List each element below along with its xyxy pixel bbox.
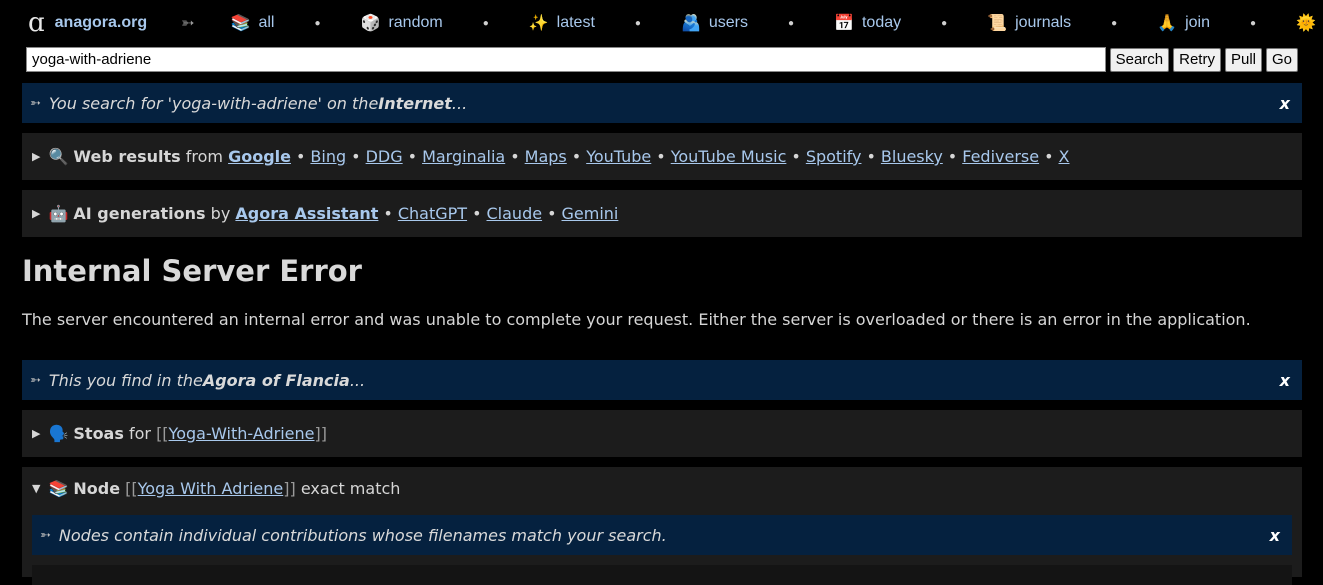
web-results-details[interactable]: ▶ 🔍 Web results from Google • Bing • DDG •… [22,133,1302,180]
nav-latest[interactable]: ✨ latest [529,13,595,33]
node-link[interactable]: Yoga With Adriene [138,479,284,498]
node-title: Node [73,479,121,498]
youtube-music-link[interactable]: YouTube Music [671,147,787,166]
nav-separator: ● [1249,17,1257,29]
close-banner-button[interactable]: x [1270,526,1280,545]
agora-logo[interactable]: ɑ [28,8,45,38]
gemini-link[interactable]: Gemini [562,204,619,223]
google-link[interactable]: Google [228,147,291,166]
expand-triangle-icon[interactable]: ▶ [32,150,40,163]
expand-triangle-icon[interactable]: ▶ [32,427,40,440]
search-button[interactable]: Search [1109,47,1170,72]
chatgpt-link[interactable]: ChatGPT [398,204,467,223]
nav-join[interactable]: 🙏 join [1157,13,1210,33]
robot-icon: 🤖 [48,204,69,223]
ai-generations-details[interactable]: ▶ 🤖 AI generations by Agora Assistant • C… [22,190,1302,237]
ddg-link[interactable]: DDG [366,147,403,166]
top-nav: ɑ anagora.org ➳ 📚 all ● 🎲 random ● ✨ latest… [0,0,1323,46]
x-link[interactable]: X [1059,147,1070,166]
error-message: The server encountered an internal error… [22,310,1251,329]
node-summary[interactable]: ▼ 📚 Node [[Yoga With Adriene]] exact mat… [32,479,400,498]
dice-icon: 🎲 [360,15,381,32]
search-input[interactable] [26,47,1106,72]
speaking-head-icon: 🗣️ [48,424,69,443]
nav-users[interactable]: 🫂 users [681,13,748,33]
agora-assistant-link[interactable]: Agora Assistant [235,204,378,223]
nav-separator: ● [482,17,489,29]
magnifier-icon: 🔍 [48,147,69,166]
nav-separator: ● [941,17,948,29]
site-home-link[interactable]: anagora.org [55,14,147,32]
fediverse-link[interactable]: Fediverse [962,147,1039,166]
pray-icon: 🙏 [1157,15,1178,32]
nav-separator: ● [634,17,641,29]
pull-button[interactable]: Pull [1224,47,1262,72]
people-icon: 🫂 [680,15,701,32]
ai-generations-title: AI generations [73,204,206,223]
stoas-title: Stoas [73,424,124,443]
spotify-link[interactable]: Spotify [806,147,862,166]
nav-all[interactable]: 📚 all [231,13,275,33]
stoas-details[interactable]: ▶ 🗣️ Stoas for [[Yoga-With-Adriene]] [22,410,1302,457]
nav-separator: ● [788,17,795,29]
scroll-icon: 📜 [987,15,1008,32]
books-icon: 📚 [48,479,69,498]
node-info-banner: ➳ Nodes contain individual contributions… [32,515,1292,555]
node-details: ▼ 📚 Node [[Yoga With Adriene]] exact mat… [22,467,1302,585]
collapse-triangle-icon[interactable]: ▼ [32,482,40,495]
calendar-icon: 📅 [834,15,854,32]
search-bar: Search Retry Pull Go [26,46,1298,73]
stoas-node-link[interactable]: Yoga-With-Adriene [169,424,315,443]
agora-banner: ➳ This you find in the Agora of Flancia.… [22,360,1302,400]
retry-button[interactable]: Retry [1173,47,1221,72]
web-results-title: Web results [73,147,181,166]
close-banner-button[interactable]: x [1280,371,1290,390]
expand-triangle-icon[interactable]: ▶ [32,207,40,220]
maps-link[interactable]: Maps [525,147,567,166]
error-title: Internal Server Error [22,254,362,288]
theme-toggle-sun-icon[interactable]: 🌞 [1296,13,1316,33]
books-icon: 📚 [230,15,251,32]
nav-today[interactable]: 📅 today [834,13,901,33]
bluesky-link[interactable]: Bluesky [881,147,943,166]
sparkles-icon: ✨ [528,15,549,32]
nav-separator: ● [314,17,321,29]
nav-random[interactable]: 🎲 random [361,13,443,33]
bing-link[interactable]: Bing [310,147,346,166]
arrow-icon: ➳ [40,527,51,543]
internet-search-banner: ➳ You search for 'yoga-with-adriene' on … [22,83,1302,123]
arrow-icon: ➳ [30,372,41,388]
arrow-icon: ➳ [181,15,195,32]
nav-journals[interactable]: 📜 journals [987,13,1071,33]
nav-separator: ● [1111,17,1118,29]
close-banner-button[interactable]: x [1280,94,1290,113]
node-subsection [32,565,1292,585]
youtube-link[interactable]: YouTube [586,147,651,166]
marginalia-link[interactable]: Marginalia [422,147,505,166]
go-button[interactable]: Go [1265,47,1298,72]
claude-link[interactable]: Claude [487,204,543,223]
arrow-icon: ➳ [30,95,41,111]
